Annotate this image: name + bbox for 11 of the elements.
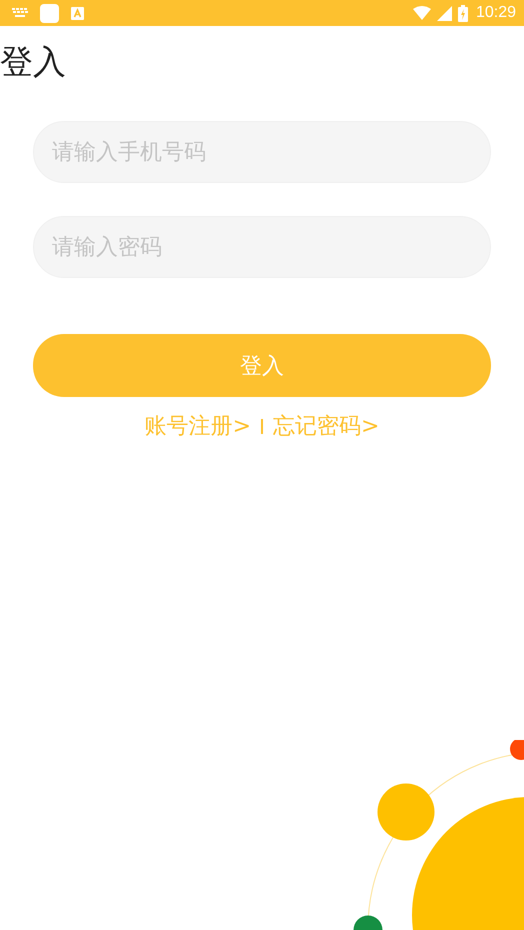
forgot-password-link[interactable]: 忘记密码>: [273, 411, 380, 441]
battery-icon: [458, 4, 468, 22]
status-time: 10:29: [476, 4, 516, 22]
page-title: 登入: [0, 42, 67, 82]
app-icon: [40, 4, 59, 22]
login-button[interactable]: 登入: [33, 334, 491, 397]
font-icon: [71, 6, 84, 20]
wifi-icon: [412, 6, 431, 20]
register-link[interactable]: 账号注册>: [144, 411, 251, 441]
signal-icon: [436, 6, 452, 20]
keyboard-icon: [12, 8, 28, 18]
